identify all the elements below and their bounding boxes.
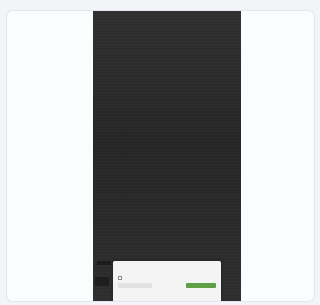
left-badge [95,277,109,286]
preview-card [6,10,315,302]
cookie-consent-dialog [113,261,221,301]
consent-option[interactable] [118,275,216,281]
consent-body [118,265,216,273]
mobile-preview [93,11,241,301]
left-content [97,259,111,265]
accept-button[interactable] [186,283,216,288]
secondary-consent-button[interactable] [118,283,152,288]
left-pill [97,261,111,265]
consent-checkbox[interactable] [118,276,122,280]
consent-actions [118,283,216,288]
